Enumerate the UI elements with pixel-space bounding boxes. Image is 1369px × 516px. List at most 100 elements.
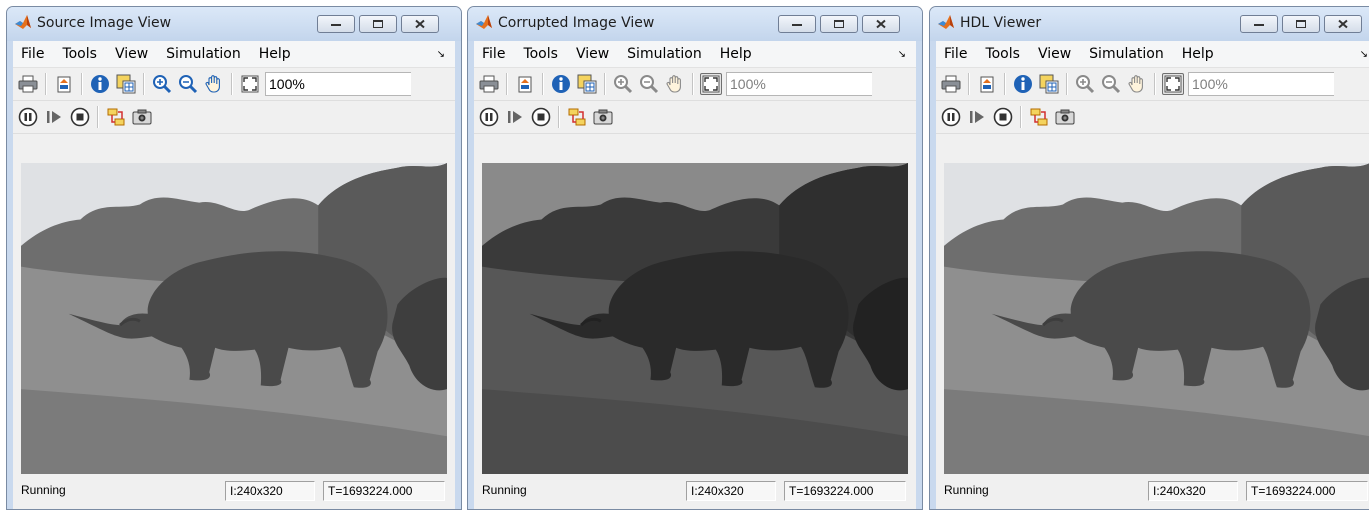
- highlight-block-button[interactable]: [566, 106, 588, 128]
- snapshot-button[interactable]: [592, 106, 614, 128]
- pause-button[interactable]: [478, 106, 500, 128]
- maximize-button[interactable]: [1282, 15, 1320, 33]
- fit-to-view-button[interactable]: [1162, 73, 1184, 95]
- pixel-region-icon: [116, 74, 136, 94]
- menu-view[interactable]: View: [567, 46, 618, 62]
- zoom-in-button[interactable]: [612, 73, 634, 95]
- close-button[interactable]: [862, 15, 900, 33]
- window-title: Source Image View: [37, 15, 172, 31]
- zoom-in-button[interactable]: [151, 73, 173, 95]
- maximize-button[interactable]: [820, 15, 858, 33]
- matlab-logo-icon: [938, 15, 954, 29]
- dock-arrow-icon[interactable]: ↘: [437, 49, 445, 60]
- menu-view[interactable]: View: [1029, 46, 1080, 62]
- snapshot-button[interactable]: [131, 106, 153, 128]
- pan-icon: [1128, 75, 1143, 93]
- menu-file[interactable]: File: [936, 46, 976, 62]
- stop-button[interactable]: [530, 106, 552, 128]
- menu-simulation[interactable]: Simulation: [157, 46, 250, 62]
- matlab-logo-icon: [476, 15, 492, 29]
- simulation-toolbar: [936, 101, 1369, 134]
- step-forward-button[interactable]: [504, 106, 526, 128]
- video-display-area[interactable]: [944, 163, 1369, 474]
- zoom-level-field[interactable]: 100%: [1188, 72, 1334, 96]
- pan-button[interactable]: [664, 73, 686, 95]
- highlight-block-button[interactable]: [105, 106, 127, 128]
- print-to-figure-icon: [57, 76, 71, 93]
- simulation-time-readout: T=1693224.000: [323, 481, 445, 501]
- video-display-area[interactable]: [21, 163, 447, 474]
- menu-help[interactable]: Help: [250, 46, 300, 62]
- menu-help[interactable]: Help: [1173, 46, 1223, 62]
- title-bar[interactable]: Source Image View: [7, 7, 461, 41]
- menu-file[interactable]: File: [13, 46, 53, 62]
- dock-arrow-icon[interactable]: ↘: [1360, 49, 1368, 60]
- highlight-block-icon: [568, 108, 586, 126]
- video-display-area[interactable]: [482, 163, 908, 474]
- snapshot-icon: [1055, 109, 1075, 125]
- pan-button[interactable]: [1126, 73, 1148, 95]
- zoom-out-button[interactable]: [1100, 73, 1122, 95]
- stop-button[interactable]: [69, 106, 91, 128]
- pause-button[interactable]: [17, 106, 39, 128]
- pan-button[interactable]: [203, 73, 225, 95]
- zoom-in-button[interactable]: [1074, 73, 1096, 95]
- pause-button[interactable]: [940, 106, 962, 128]
- frame-size-readout: I:240x320: [686, 481, 776, 501]
- zoom-level-field[interactable]: 100%: [265, 72, 411, 96]
- menu-help[interactable]: Help: [711, 46, 761, 62]
- print-to-figure-button[interactable]: [976, 73, 998, 95]
- zoom-out-icon: [179, 75, 198, 94]
- pixel-region-button[interactable]: [576, 73, 598, 95]
- fit-to-view-button[interactable]: [700, 73, 722, 95]
- title-bar[interactable]: HDL Viewer: [930, 7, 1369, 41]
- info-button[interactable]: [1012, 73, 1034, 95]
- menu-tools[interactable]: Tools: [976, 46, 1029, 62]
- close-button[interactable]: [1324, 15, 1362, 33]
- print-button[interactable]: [940, 73, 962, 95]
- step-forward-button[interactable]: [966, 106, 988, 128]
- print-to-figure-button[interactable]: [53, 73, 75, 95]
- pixel-region-button[interactable]: [1038, 73, 1060, 95]
- zoom-out-button[interactable]: [638, 73, 660, 95]
- menu-tools[interactable]: Tools: [514, 46, 567, 62]
- stop-button[interactable]: [992, 106, 1014, 128]
- minimize-button[interactable]: [778, 15, 816, 33]
- simulation-toolbar: [474, 101, 916, 134]
- zoom-in-icon: [1076, 75, 1095, 94]
- info-button[interactable]: [89, 73, 111, 95]
- print-icon: [479, 75, 499, 93]
- rhino-video-frame: [21, 163, 447, 474]
- menu-simulation[interactable]: Simulation: [1080, 46, 1173, 62]
- print-to-figure-button[interactable]: [514, 73, 536, 95]
- maximize-icon: [1296, 20, 1306, 28]
- toolbar-separator: [97, 106, 99, 128]
- status-bar: Running I:240x320 T=1693224.000: [13, 474, 455, 509]
- menu-tools[interactable]: Tools: [53, 46, 106, 62]
- fit-to-view-button[interactable]: [239, 73, 261, 95]
- info-button[interactable]: [550, 73, 572, 95]
- zoom-out-button[interactable]: [177, 73, 199, 95]
- pixel-region-button[interactable]: [115, 73, 137, 95]
- maximize-button[interactable]: [359, 15, 397, 33]
- menu-simulation[interactable]: Simulation: [618, 46, 711, 62]
- zoom-level-field[interactable]: 100%: [726, 72, 872, 96]
- maximize-icon: [373, 20, 383, 28]
- menu-bar: File Tools View Simulation Help ↘: [936, 41, 1369, 68]
- step-forward-button[interactable]: [43, 106, 65, 128]
- minimize-button[interactable]: [1240, 15, 1278, 33]
- dock-arrow-icon[interactable]: ↘: [898, 49, 906, 60]
- menu-file[interactable]: File: [474, 46, 514, 62]
- close-icon: [876, 19, 886, 29]
- window-content: File Tools View Simulation Help ↘ 100% R…: [13, 41, 455, 509]
- title-bar[interactable]: Corrupted Image View: [468, 7, 922, 41]
- maximize-icon: [834, 20, 844, 28]
- close-button[interactable]: [401, 15, 439, 33]
- print-button[interactable]: [17, 73, 39, 95]
- snapshot-button[interactable]: [1054, 106, 1076, 128]
- menu-view[interactable]: View: [106, 46, 157, 62]
- print-button[interactable]: [478, 73, 500, 95]
- stop-icon: [531, 107, 551, 127]
- minimize-button[interactable]: [317, 15, 355, 33]
- highlight-block-button[interactable]: [1028, 106, 1050, 128]
